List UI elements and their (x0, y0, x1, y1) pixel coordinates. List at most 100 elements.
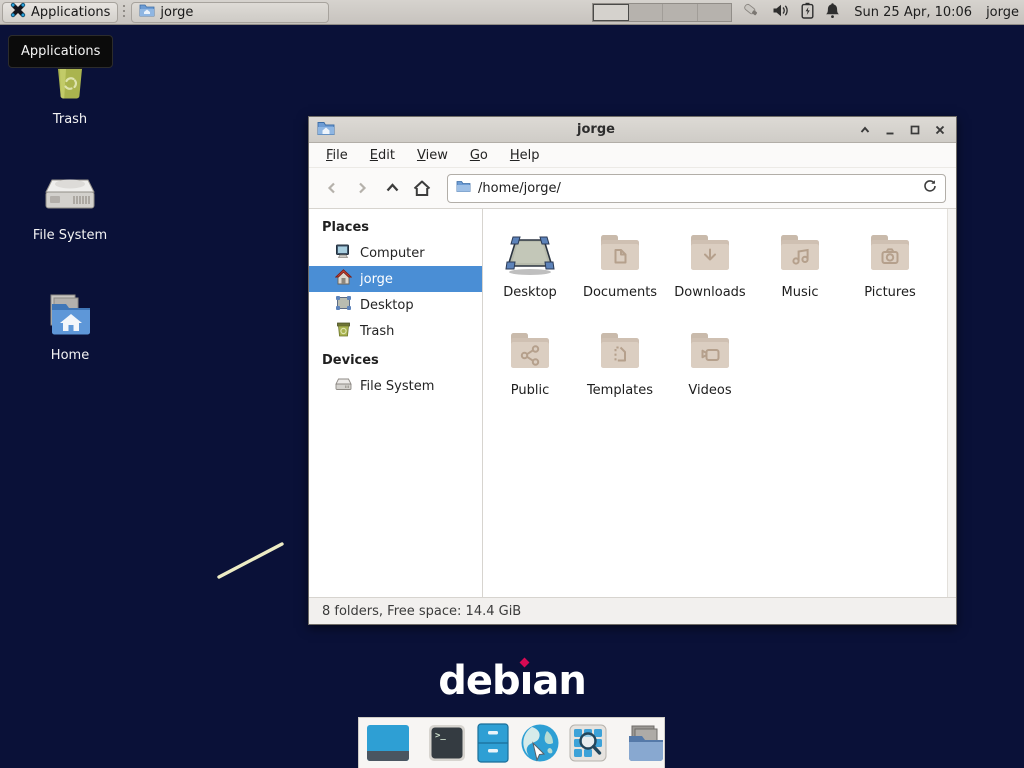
sidebar-item-jorge[interactable]: jorge (309, 266, 482, 292)
sidebar-item-computer[interactable]: Computer (309, 240, 482, 266)
workspace-pager[interactable] (592, 3, 732, 22)
desktop-icon-label: Trash (53, 112, 87, 127)
reload-icon[interactable] (923, 179, 937, 197)
system-tray (741, 2, 840, 23)
desktop-icon-label: File System (33, 228, 107, 243)
home-icon (335, 269, 352, 289)
desktop-icon-label: Home (51, 348, 89, 363)
statusbar-text: 8 folders, Free space: 14.4 GiB (322, 604, 521, 619)
file-cabinet-launcher-icon[interactable] (475, 723, 511, 763)
file-item-documents[interactable]: Documents (575, 223, 665, 321)
home-button[interactable] (407, 173, 437, 203)
panel-drag-handle[interactable] (123, 5, 125, 20)
file-item-public[interactable]: Public (485, 321, 575, 419)
panel-clock[interactable]: Sun 25 Apr, 10:06 (854, 5, 972, 20)
sidebar-places-header: Places (309, 211, 482, 240)
computer-icon (335, 244, 352, 263)
file-item-label: Videos (688, 383, 731, 398)
terminal-launcher-icon[interactable]: >_ (428, 724, 466, 762)
file-item-music[interactable]: Music (755, 223, 845, 321)
menu-view[interactable]: View (406, 145, 459, 166)
file-item-label: Desktop (503, 285, 557, 300)
vertical-scrollbar[interactable] (947, 209, 956, 597)
wallpaper-line-artifact (212, 536, 290, 584)
pictures-folder-icon (866, 223, 914, 283)
clipman-tool-icon[interactable] (741, 2, 761, 23)
app-finder-launcher-icon[interactable] (569, 724, 607, 762)
up-button[interactable] (377, 173, 407, 203)
file-manager-launcher-icon[interactable] (625, 724, 667, 762)
desktop-icon-file-system[interactable]: File System (12, 170, 128, 243)
menu-edit[interactable]: Edit (359, 145, 406, 166)
file-item-templates[interactable]: Templates (575, 321, 665, 419)
window-titlebar[interactable]: jorge (309, 117, 956, 143)
drive-icon (42, 170, 98, 222)
folder-view[interactable]: Desktop Documents (483, 209, 956, 597)
debian-wordmark-part: deb (438, 658, 519, 704)
minimize-button[interactable] (882, 122, 898, 138)
bottom-dock: >_ (358, 717, 665, 768)
power-manager-icon[interactable] (801, 2, 814, 23)
sidebar-item-label: Desktop (360, 298, 414, 313)
sidebar-item-file-system[interactable]: File System (309, 373, 482, 399)
desktop-icon (335, 295, 352, 315)
location-input[interactable] (478, 181, 916, 196)
sidebar-item-label: Computer (360, 246, 425, 261)
top-panel: Applications jorge (0, 0, 1024, 25)
back-button[interactable] (317, 173, 347, 203)
sidebar-item-label: File System (360, 379, 434, 394)
file-item-downloads[interactable]: Downloads (665, 223, 755, 321)
music-folder-icon (776, 223, 824, 283)
web-browser-launcher-icon[interactable] (520, 723, 560, 763)
sidebar-item-trash[interactable]: Trash (309, 318, 482, 344)
file-item-pictures[interactable]: Pictures (845, 223, 935, 321)
menubar: File Edit View Go Help (309, 143, 956, 168)
file-item-label: Music (782, 285, 819, 300)
maximize-button[interactable] (907, 122, 923, 138)
menu-help[interactable]: Help (499, 145, 551, 166)
task-window-label: jorge (160, 5, 193, 20)
debian-wordmark: debıan (0, 658, 1024, 704)
menu-file[interactable]: File (315, 145, 359, 166)
notifications-bell-icon[interactable] (825, 2, 840, 23)
workspace-1[interactable] (593, 4, 629, 21)
sidebar: Places Computer (309, 209, 483, 597)
file-item-label: Downloads (674, 285, 745, 300)
applications-menu-button[interactable]: Applications (2, 2, 118, 23)
svg-text:>_: >_ (435, 731, 446, 741)
drive-small-icon (335, 377, 352, 395)
home-folder-icon (44, 290, 96, 342)
public-folder-icon (506, 321, 554, 381)
taskbar-window-button[interactable]: jorge (131, 2, 329, 23)
videos-folder-icon (686, 321, 734, 381)
downloads-folder-icon (686, 223, 734, 283)
applications-menu-icon (10, 2, 26, 22)
applications-menu-label: Applications (31, 5, 110, 20)
documents-folder-icon (596, 223, 644, 283)
workspace-2[interactable] (629, 4, 664, 21)
menu-go[interactable]: Go (459, 145, 499, 166)
forward-button[interactable] (347, 173, 377, 203)
file-item-videos[interactable]: Videos (665, 321, 755, 419)
applications-tooltip: Applications (8, 35, 113, 68)
sidebar-item-desktop[interactable]: Desktop (309, 292, 482, 318)
workspace-3[interactable] (663, 4, 698, 21)
desktop-launcher-icon[interactable] (366, 724, 410, 762)
file-item-label: Pictures (864, 285, 915, 300)
debian-dot-i: ı (520, 658, 533, 704)
location-bar[interactable] (447, 174, 946, 203)
sidebar-item-label: Trash (360, 324, 394, 339)
file-item-label: Documents (583, 285, 657, 300)
file-item-label: Public (511, 383, 549, 398)
statusbar: 8 folders, Free space: 14.4 GiB (309, 597, 956, 624)
templates-folder-icon (596, 321, 644, 381)
shade-button[interactable] (857, 122, 873, 138)
file-manager-window: jorge File Edit View Go Help (308, 116, 957, 625)
file-item-desktop[interactable]: Desktop (485, 223, 575, 321)
close-button[interactable] (932, 122, 948, 138)
panel-user-label[interactable]: jorge (986, 5, 1019, 20)
desktop-icon-home[interactable]: Home (12, 290, 128, 363)
volume-icon[interactable] (772, 3, 790, 22)
desktop-trapezoid-icon (501, 223, 559, 283)
workspace-4[interactable] (698, 4, 732, 21)
